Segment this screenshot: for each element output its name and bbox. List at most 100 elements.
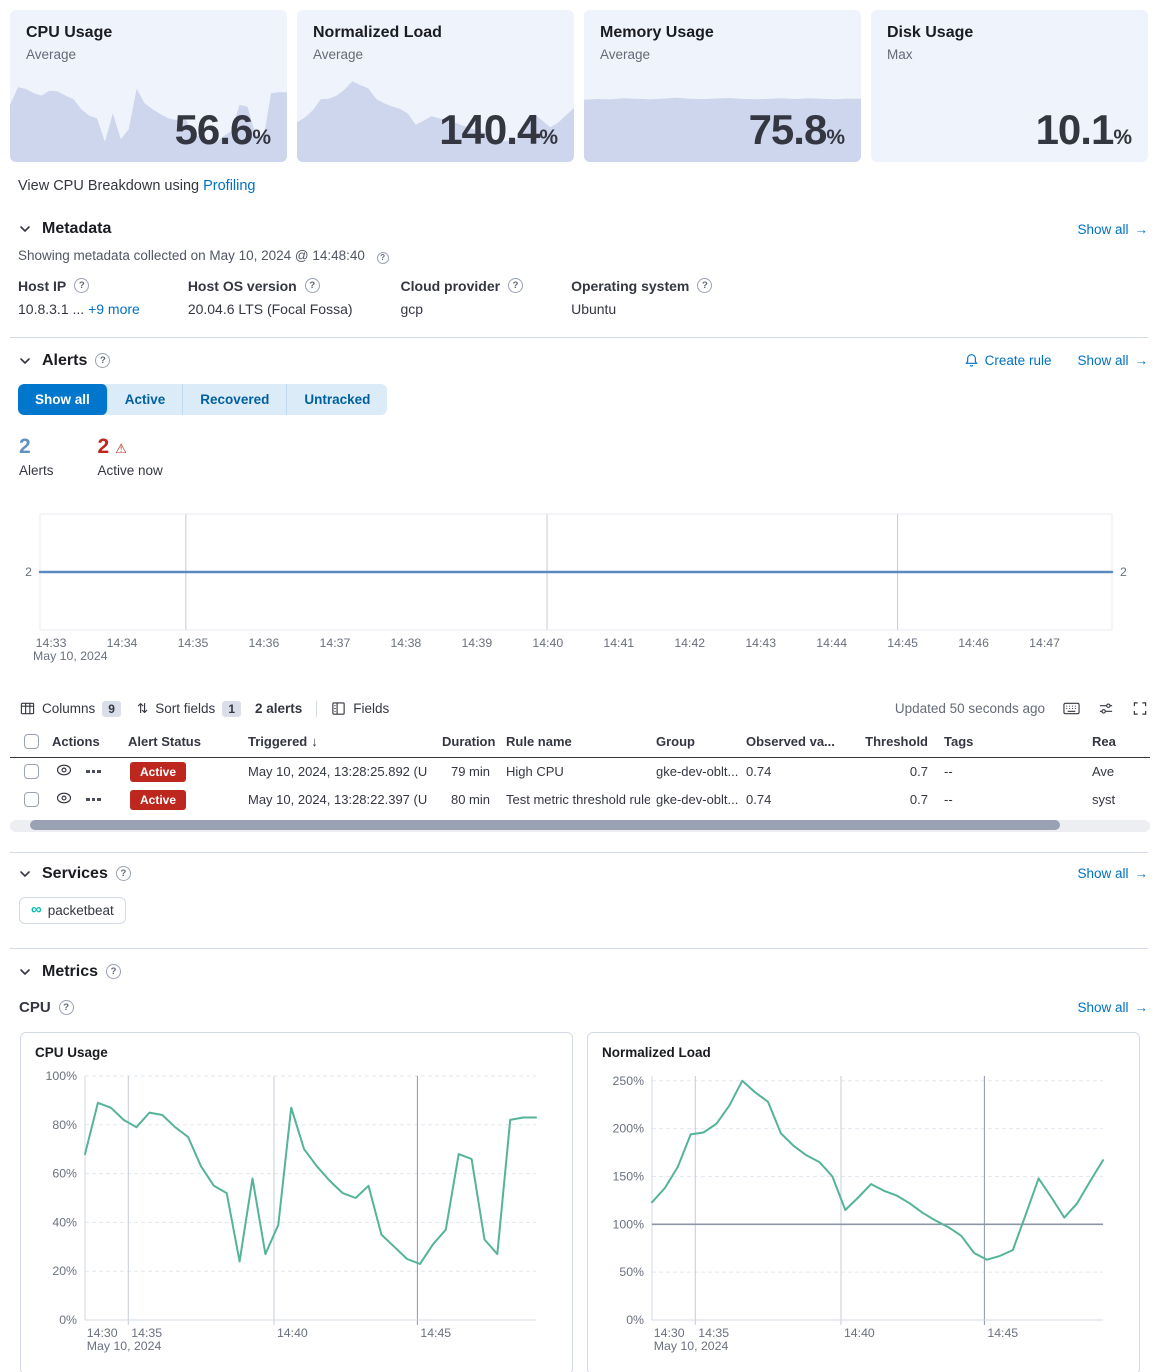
cell-rule-name: Test metric threshold rule [500, 792, 650, 807]
chevron-down-icon[interactable] [18, 354, 32, 368]
horizontal-scrollbar[interactable] [10, 820, 1150, 832]
service-name: packetbeat [48, 903, 114, 918]
tab-show-all[interactable]: Show all [18, 384, 108, 415]
help-icon[interactable]: ? [697, 278, 712, 293]
col-actions: Actions [46, 734, 122, 749]
metadata-field-host-os: Host OS version? 20.04.6 LTS (Focal Foss… [188, 278, 353, 317]
grid-settings-icon[interactable] [1098, 701, 1114, 716]
help-icon[interactable]: ? [508, 278, 523, 293]
arrow-right-icon: → [1135, 222, 1149, 237]
metrics-show-all-link[interactable]: Show all→ [1077, 1000, 1148, 1015]
svg-text:2: 2 [1120, 565, 1127, 579]
alerts-table: Actions Alert Status Triggered↓ Duration… [10, 727, 1150, 832]
more-ips-link[interactable]: +9 more [88, 301, 140, 317]
col-tags[interactable]: Tags [938, 734, 1086, 749]
col-reason[interactable]: Rea [1086, 734, 1146, 749]
scrollbar-thumb[interactable] [30, 820, 1060, 830]
help-icon[interactable]: ? [106, 964, 121, 979]
kpi-card-memory-usage[interactable]: Memory Usage Average 75.8% [584, 10, 861, 162]
section-title: Metadata [42, 220, 111, 238]
updated-timestamp: Updated 50 seconds ago [895, 701, 1045, 716]
col-threshold[interactable]: Threshold [856, 734, 938, 749]
row-checkbox[interactable] [24, 792, 39, 807]
fields-button[interactable]: Fields [331, 701, 389, 716]
status-badge[interactable]: Active [130, 762, 186, 782]
help-icon[interactable]: ? [74, 278, 89, 293]
fullscreen-icon[interactable] [1132, 701, 1148, 716]
help-icon[interactable]: ? [59, 1000, 74, 1015]
svg-text:14:35: 14:35 [178, 636, 209, 650]
kpi-card-normalized-load[interactable]: Normalized Load Average 140.4% [297, 10, 574, 162]
col-alert-status[interactable]: Alert Status [122, 734, 242, 749]
alerts-show-all-link[interactable]: Show all→ [1077, 353, 1148, 368]
svg-text:14:46: 14:46 [958, 636, 989, 650]
cell-triggered: May 10, 2024, 13:28:25.892 (U [242, 764, 436, 779]
tab-recovered[interactable]: Recovered [183, 384, 287, 415]
alerts-timeline-chart[interactable]: 2214:33May 10, 202414:3414:3514:3614:371… [10, 508, 1138, 664]
cpu-metrics-header: CPU ? Show all→ [19, 999, 1148, 1016]
arrow-right-icon: → [1135, 866, 1149, 881]
kpi-title: CPU Usage [10, 10, 287, 42]
kpi-card-disk-usage[interactable]: Disk Usage Max 10.1% [871, 10, 1148, 162]
more-actions-icon[interactable] [86, 770, 101, 774]
row-checkbox[interactable] [24, 764, 39, 779]
sort-fields-icon: ⇅ [137, 701, 148, 717]
kpi-value: 75.8% [749, 106, 845, 154]
status-badge[interactable]: Active [130, 790, 186, 810]
profiling-link[interactable]: Profiling [203, 178, 255, 194]
svg-text:14:44: 14:44 [816, 636, 847, 650]
col-rule-name[interactable]: Rule name [500, 734, 650, 749]
columns-button[interactable]: Columns9 [20, 701, 121, 717]
alerts-count-label: 2 alerts [255, 701, 302, 716]
chevron-down-icon[interactable] [18, 222, 32, 236]
svg-text:14:40: 14:40 [532, 636, 563, 650]
view-alert-icon[interactable] [56, 792, 72, 807]
cell-duration: 80 min [436, 792, 500, 807]
warning-icon: ⚠ [115, 441, 127, 456]
cpu-usage-chart-panel[interactable]: CPU Usage 0%20%40%60%80%100%14:30May 10,… [20, 1032, 573, 1372]
tab-active[interactable]: Active [108, 384, 184, 415]
metric-charts-row: CPU Usage 0%20%40%60%80%100%14:30May 10,… [10, 1032, 1148, 1372]
metadata-field-cloud-provider: Cloud provider? gcp [401, 278, 524, 317]
svg-text:150%: 150% [613, 1169, 645, 1183]
view-alert-icon[interactable] [56, 764, 72, 779]
col-duration[interactable]: Duration [436, 734, 500, 749]
kpi-value: 140.4% [439, 106, 558, 154]
svg-text:14:34: 14:34 [107, 636, 138, 650]
chevron-down-icon[interactable] [18, 965, 32, 979]
keyboard-shortcuts-button[interactable] [1063, 701, 1080, 716]
col-group[interactable]: Group [650, 734, 740, 749]
col-triggered[interactable]: Triggered↓ [242, 734, 436, 749]
normalized-load-chart[interactable]: 0%50%100%150%200%250%14:30May 10, 202414… [602, 1066, 1115, 1362]
sort-fields-button[interactable]: ⇅ Sort fields1 [137, 701, 241, 717]
select-all-checkbox[interactable] [24, 734, 39, 749]
svg-text:14:41: 14:41 [603, 636, 634, 650]
help-icon[interactable]: ? [95, 353, 110, 368]
services-show-all-link[interactable]: Show all→ [1077, 866, 1148, 881]
chevron-down-icon[interactable] [18, 867, 32, 881]
tab-untracked[interactable]: Untracked [287, 384, 387, 415]
alerts-table-toolbar: Columns9 ⇅ Sort fields1 2 alerts Fields … [20, 701, 1148, 717]
kpi-card-cpu-usage[interactable]: CPU Usage Average 56.6% [10, 10, 287, 162]
help-icon[interactable]: ? [305, 278, 320, 293]
table-row[interactable]: Active May 10, 2024, 13:28:25.892 (U 79 … [10, 758, 1150, 786]
columns-count-badge: 9 [102, 701, 121, 717]
services-section-header: Services ? Show all→ [10, 865, 1148, 883]
info-icon[interactable]: ? [377, 252, 389, 264]
kpi-cards: CPU Usage Average 56.6% Normalized Load … [10, 10, 1148, 162]
kpi-title: Disk Usage [871, 10, 1148, 42]
svg-text:14:45: 14:45 [987, 1326, 1018, 1340]
more-actions-icon[interactable] [86, 798, 101, 802]
normalized-load-chart-panel[interactable]: Normalized Load 0%50%100%150%200%250%14:… [587, 1032, 1140, 1372]
create-rule-button[interactable]: Create rule [964, 353, 1052, 368]
metadata-show-all-link[interactable]: Show all→ [1077, 222, 1148, 237]
help-icon[interactable]: ? [116, 866, 131, 881]
col-observed-value[interactable]: Observed va... [740, 734, 856, 749]
cpu-usage-chart[interactable]: 0%20%40%60%80%100%14:30May 10, 202414:35… [35, 1066, 548, 1362]
table-row[interactable]: Active May 10, 2024, 13:28:22.397 (U 80 … [10, 786, 1150, 814]
svg-text:14:33: 14:33 [36, 636, 67, 650]
service-chip-packetbeat[interactable]: ∞ packetbeat [19, 897, 126, 924]
svg-text:14:35: 14:35 [131, 1326, 162, 1340]
kpi-subtitle: Average [297, 42, 574, 62]
svg-text:40%: 40% [52, 1215, 77, 1229]
